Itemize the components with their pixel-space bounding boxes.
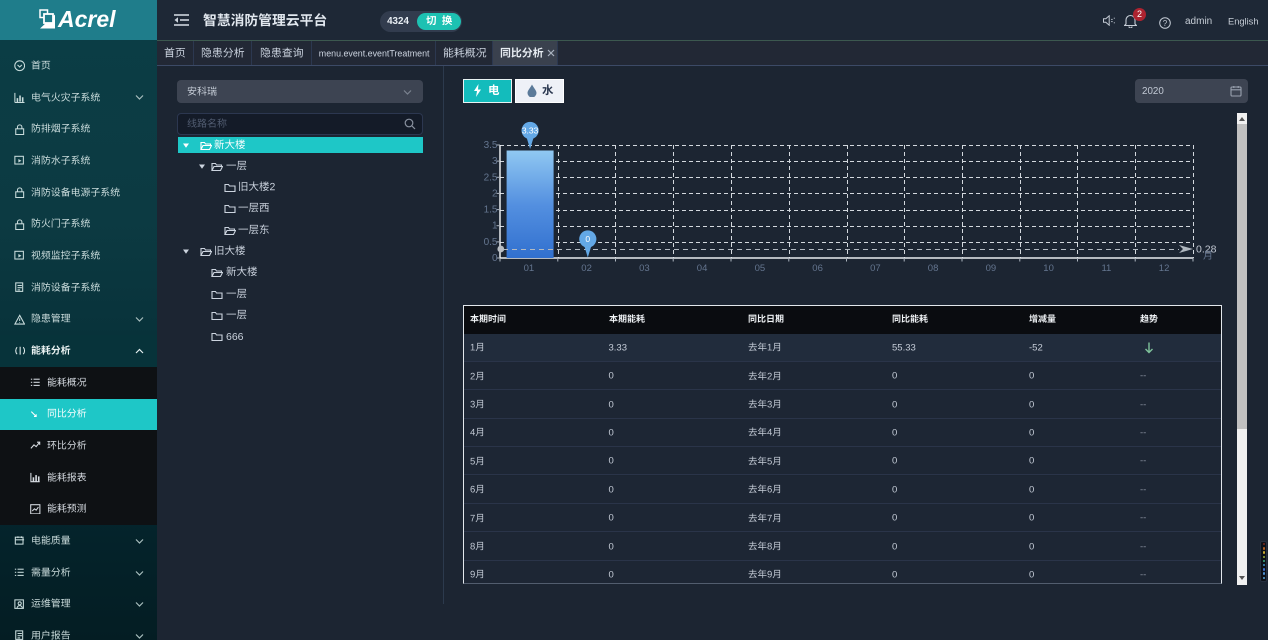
svg-text:06: 06 [812,263,823,274]
svg-text:3.33: 3.33 [522,126,539,136]
svg-text:11: 11 [1101,263,1111,274]
svg-text:0: 0 [492,253,498,264]
svg-text:09: 09 [986,263,997,274]
svg-text:0: 0 [585,234,590,244]
svg-text:05: 05 [755,263,766,274]
svg-text:3: 3 [492,156,498,167]
svg-text:1.5: 1.5 [484,205,498,216]
svg-text:03: 03 [639,263,650,274]
svg-text:0.5: 0.5 [484,237,498,248]
svg-text:04: 04 [697,263,708,274]
svg-text:10: 10 [1043,263,1054,274]
svg-text:08: 08 [928,263,939,274]
svg-text:07: 07 [870,263,881,274]
svg-text:02: 02 [581,263,592,274]
svg-text:2.5: 2.5 [484,172,498,183]
svg-text:?: ? [1163,19,1168,28]
svg-text:01: 01 [524,263,535,274]
svg-text:3.5: 3.5 [484,140,498,151]
svg-text:2: 2 [492,188,498,199]
svg-text:1: 1 [492,221,498,232]
svg-text:12: 12 [1159,263,1170,274]
